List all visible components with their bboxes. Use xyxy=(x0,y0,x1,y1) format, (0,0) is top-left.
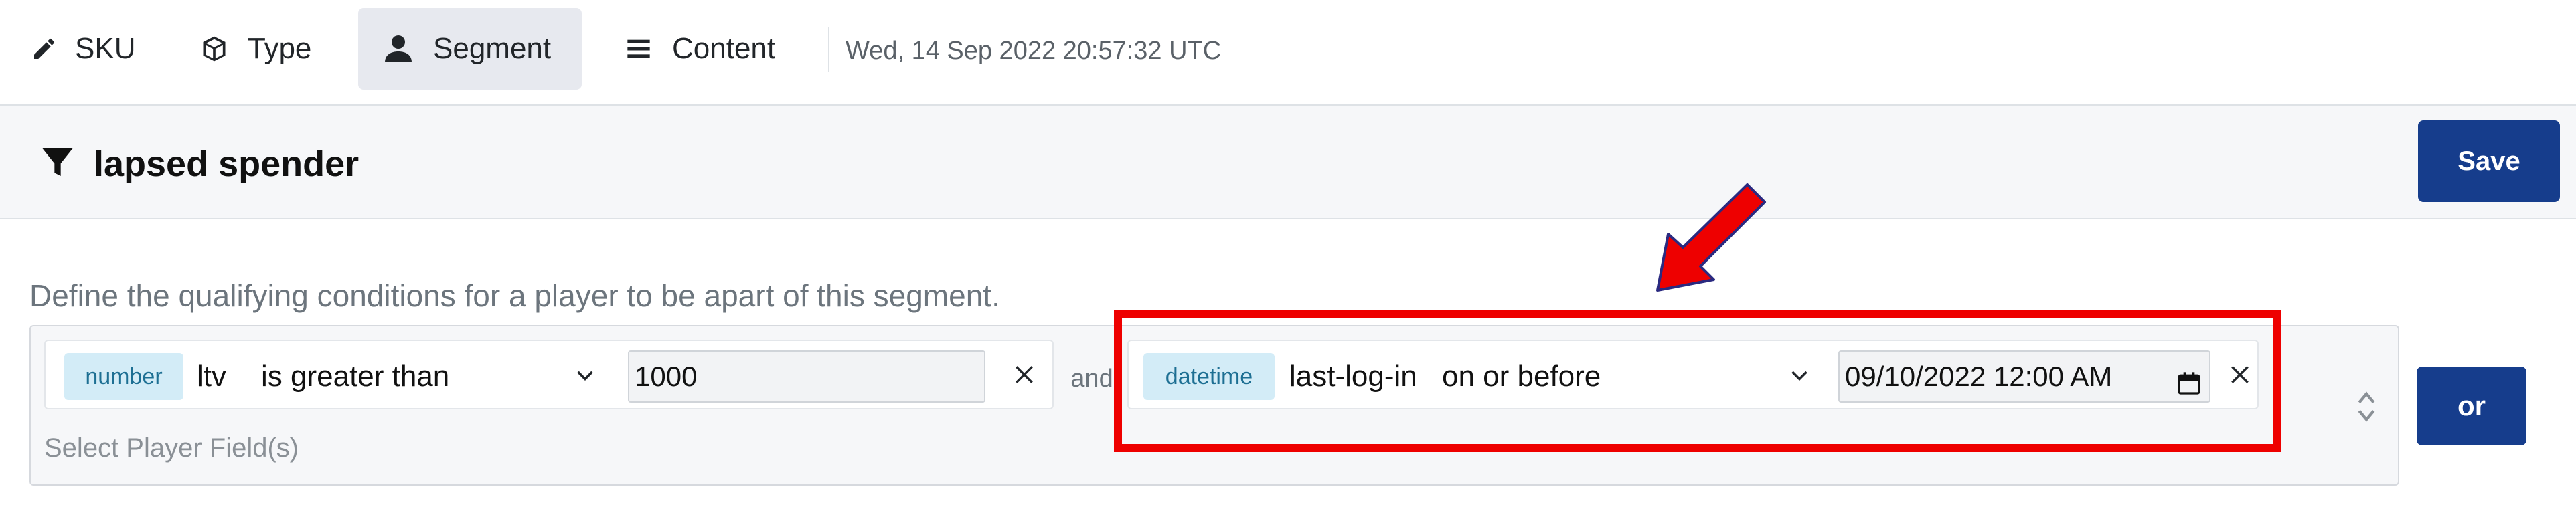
close-icon[interactable] xyxy=(1011,361,1038,391)
cube-icon xyxy=(199,34,229,64)
field-name: last-log-in xyxy=(1289,360,1417,393)
divider xyxy=(828,27,829,72)
close-icon[interactable] xyxy=(2227,361,2253,391)
value-input[interactable]: 1000 xyxy=(628,350,985,403)
operator-label: is greater than xyxy=(261,360,450,393)
filter-icon xyxy=(39,143,76,184)
datetime-value: 09/10/2022 12:00 AM xyxy=(1845,360,2113,392)
segment-header: lapsed spender Save xyxy=(0,106,2576,219)
page-title: lapsed spender xyxy=(94,144,359,184)
type-badge: datetime xyxy=(1143,353,1275,400)
pencil-icon xyxy=(31,35,58,62)
operator-label: on or before xyxy=(1442,360,1601,393)
and-joiner: and xyxy=(1070,364,1113,393)
tab-segment[interactable]: Segment xyxy=(358,8,582,90)
tab-type[interactable]: Type xyxy=(189,8,343,90)
chevron-down-icon xyxy=(1787,364,1812,391)
select-player-fields[interactable]: Select Player Field(s) xyxy=(44,431,299,465)
sort-icon[interactable] xyxy=(2356,388,2377,429)
or-button[interactable]: or xyxy=(2417,367,2526,445)
condition-row: datetime last-log-in on or before 09/10/… xyxy=(1127,340,2259,409)
datetime-input[interactable]: 09/10/2022 12:00 AM xyxy=(1838,350,2210,403)
tab-sku[interactable]: SKU xyxy=(20,8,154,90)
calendar-icon[interactable] xyxy=(2176,362,2202,412)
top-nav: SKU Type Segment Content Wed, 14 Sep 202… xyxy=(0,0,2576,106)
save-button[interactable]: Save xyxy=(2418,120,2560,202)
list-icon xyxy=(625,35,652,62)
user-icon xyxy=(382,33,414,65)
tab-label: Content xyxy=(672,32,776,65)
tab-label: Segment xyxy=(433,32,552,65)
tab-label: Type xyxy=(248,32,312,65)
condition-row: number ltv is greater than 1000 xyxy=(44,340,1054,409)
field-name: ltv xyxy=(197,360,226,393)
tab-content[interactable]: Content xyxy=(615,8,802,90)
condition-builder: number ltv is greater than 1000 and date… xyxy=(29,325,2399,486)
chevron-down-icon xyxy=(573,364,597,391)
type-badge: number xyxy=(64,353,183,400)
tab-label: SKU xyxy=(75,32,136,65)
segment-description: Define the qualifying conditions for a p… xyxy=(29,278,1000,313)
timestamp: Wed, 14 Sep 2022 20:57:32 UTC xyxy=(846,37,1222,65)
